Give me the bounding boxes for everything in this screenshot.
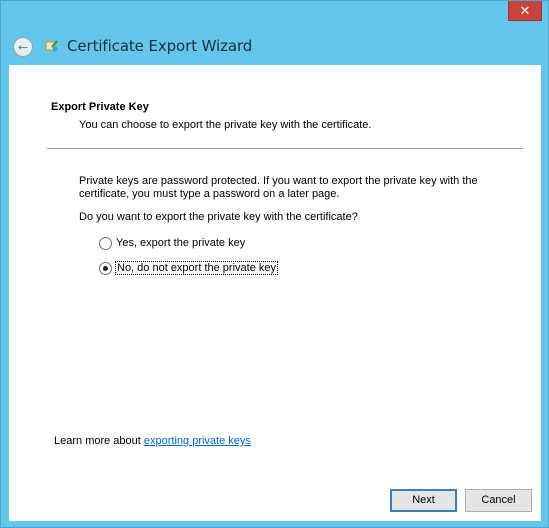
question-text: Do you want to export the private key wi… bbox=[79, 211, 358, 223]
learn-more-text: Learn more about exporting private keys bbox=[54, 435, 251, 447]
page-heading: Export Private Key bbox=[51, 101, 149, 113]
wizard-content bbox=[9, 65, 541, 521]
info-paragraph: Private keys are password protected. If … bbox=[79, 175, 478, 200]
divider bbox=[47, 148, 523, 149]
wizard-window: ✕ ⭠ Certificate Export Wizard Export Pri… bbox=[0, 0, 549, 528]
wizard-header: ⭠ Certificate Export Wizard bbox=[1, 27, 549, 65]
back-arrow-icon: ⭠ bbox=[17, 39, 29, 54]
exporting-private-keys-link[interactable]: exporting private keys bbox=[144, 435, 251, 447]
certificate-icon bbox=[45, 40, 58, 52]
close-button[interactable]: ✕ bbox=[508, 1, 542, 21]
next-button[interactable]: Next bbox=[390, 489, 457, 512]
radio-yes-export[interactable]: Yes, export the private key bbox=[99, 235, 245, 251]
learn-more-prefix: Learn more about bbox=[54, 435, 144, 447]
back-button[interactable]: ⭠ bbox=[13, 37, 33, 57]
radio-no-indicator[interactable] bbox=[99, 261, 112, 275]
radio-yes-indicator[interactable] bbox=[99, 236, 112, 250]
page-subheading: You can choose to export the private key… bbox=[79, 119, 372, 131]
radio-no-export[interactable]: No, do not export the private key bbox=[99, 260, 278, 276]
radio-yes-label[interactable]: Yes, export the private key bbox=[116, 237, 245, 249]
radio-no-label[interactable]: No, do not export the private key bbox=[115, 261, 278, 275]
window-title: Certificate Export Wizard bbox=[67, 37, 253, 55]
cancel-button[interactable]: Cancel bbox=[465, 489, 532, 512]
